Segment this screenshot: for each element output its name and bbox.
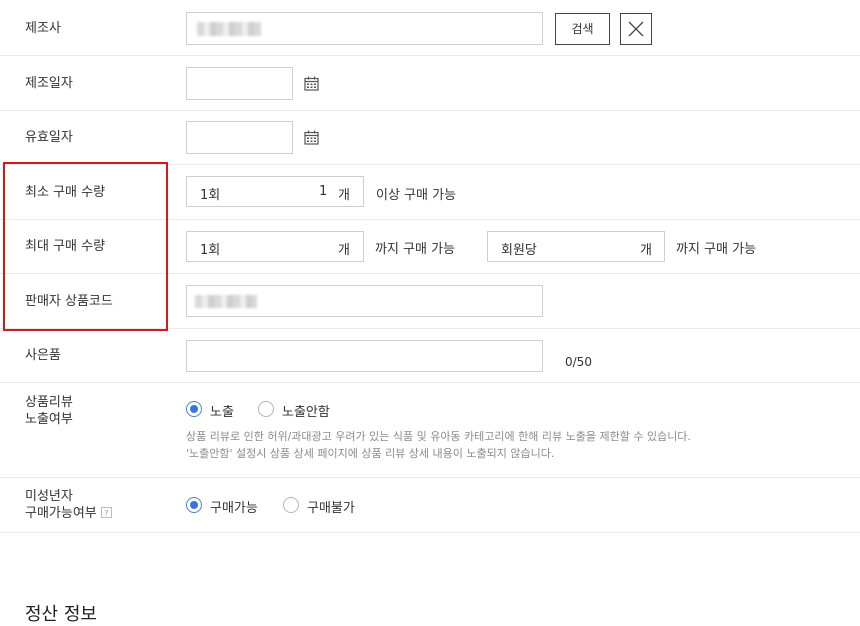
- max-per-member-prefix: 회원당: [501, 243, 537, 258]
- minor-allowed-radio[interactable]: [186, 497, 202, 513]
- minor-purchase-row: 미성년자 구매가능여부? 구매가능 구매불가: [0, 477, 860, 532]
- gift-counter: 0/50: [565, 355, 592, 369]
- manufacturer-input[interactable]: [186, 12, 543, 45]
- manufacturer-label: 제조사: [25, 21, 61, 36]
- minor-blocked-label[interactable]: 구매불가: [307, 497, 355, 516]
- min-purchase-prefix: 1회: [200, 188, 221, 203]
- expiry-date-row: 유효일자: [0, 110, 860, 164]
- max-per-member-unit: 개: [640, 243, 652, 258]
- review-expose-label[interactable]: 노출: [210, 401, 234, 420]
- calendar-icon[interactable]: [304, 130, 319, 145]
- row-divider: [0, 532, 860, 533]
- close-icon: [628, 21, 644, 37]
- review-exposure-label-line2: 노출여부: [25, 412, 73, 427]
- review-hide-radio[interactable]: [258, 401, 274, 417]
- max-per-member-suffix: 까지 구매 가능: [676, 242, 757, 257]
- manufacture-date-input[interactable]: [186, 67, 293, 100]
- search-button[interactable]: 검색: [555, 13, 610, 45]
- gift-label: 사은품: [25, 348, 61, 363]
- manufacturer-row: 제조사 검색: [0, 0, 860, 55]
- minor-purchase-label-line1: 미성년자: [25, 489, 73, 504]
- minor-blocked-radio[interactable]: [283, 497, 299, 513]
- review-exposure-label-line1: 상품리뷰: [25, 395, 73, 410]
- calendar-icon[interactable]: [304, 76, 319, 91]
- help-icon[interactable]: ?: [100, 507, 112, 518]
- minor-allowed-label[interactable]: 구매가능: [210, 497, 258, 516]
- review-hide-label[interactable]: 노출안함: [282, 401, 330, 420]
- manufacture-date-row: 제조일자: [0, 55, 860, 110]
- manufacture-date-label: 제조일자: [25, 76, 73, 91]
- max-per-time-prefix: 1회: [200, 243, 221, 258]
- clear-button[interactable]: [620, 13, 652, 45]
- max-per-time-suffix: 까지 구매 가능: [375, 242, 456, 257]
- gift-input[interactable]: [186, 340, 543, 372]
- max-per-time-input[interactable]: 1회 개: [186, 231, 364, 262]
- expiry-date-input[interactable]: [186, 121, 293, 154]
- max-per-member-input[interactable]: 회원당 개: [487, 231, 665, 262]
- review-help-line2: '노출안함' 설정시 상품 상세 페이지에 상품 리뷰 상세 내용이 노출되지 …: [186, 447, 555, 460]
- min-purchase-value: 1: [319, 184, 328, 199]
- gift-row: 사은품 0/50: [0, 328, 860, 382]
- min-purchase-input[interactable]: 1회 1 개: [186, 176, 364, 207]
- min-purchase-unit: 개: [338, 188, 350, 203]
- seller-code-value-masked: [195, 295, 257, 308]
- min-purchase-suffix: 이상 구매 가능: [376, 188, 457, 203]
- seller-code-input[interactable]: [186, 285, 543, 317]
- review-help-line1: 상품 리뷰로 인한 허위/과대광고 우려가 있는 식품 및 유아동 카테고리에 …: [186, 430, 691, 443]
- review-exposure-row: 상품리뷰 노출여부 노출 노출안함 상품 리뷰로 인한 허위/과대광고 우려가 …: [0, 382, 860, 477]
- minor-purchase-label-text: 구매가능여부: [25, 506, 97, 521]
- max-per-time-unit: 개: [338, 243, 350, 258]
- expiry-date-label: 유효일자: [25, 130, 73, 145]
- manufacturer-value-masked: [197, 22, 261, 36]
- section-title-partial: 정산 정보: [25, 604, 97, 625]
- highlight-box: [3, 162, 168, 331]
- minor-purchase-label-line2: 구매가능여부?: [25, 505, 112, 522]
- review-expose-radio[interactable]: [186, 401, 202, 417]
